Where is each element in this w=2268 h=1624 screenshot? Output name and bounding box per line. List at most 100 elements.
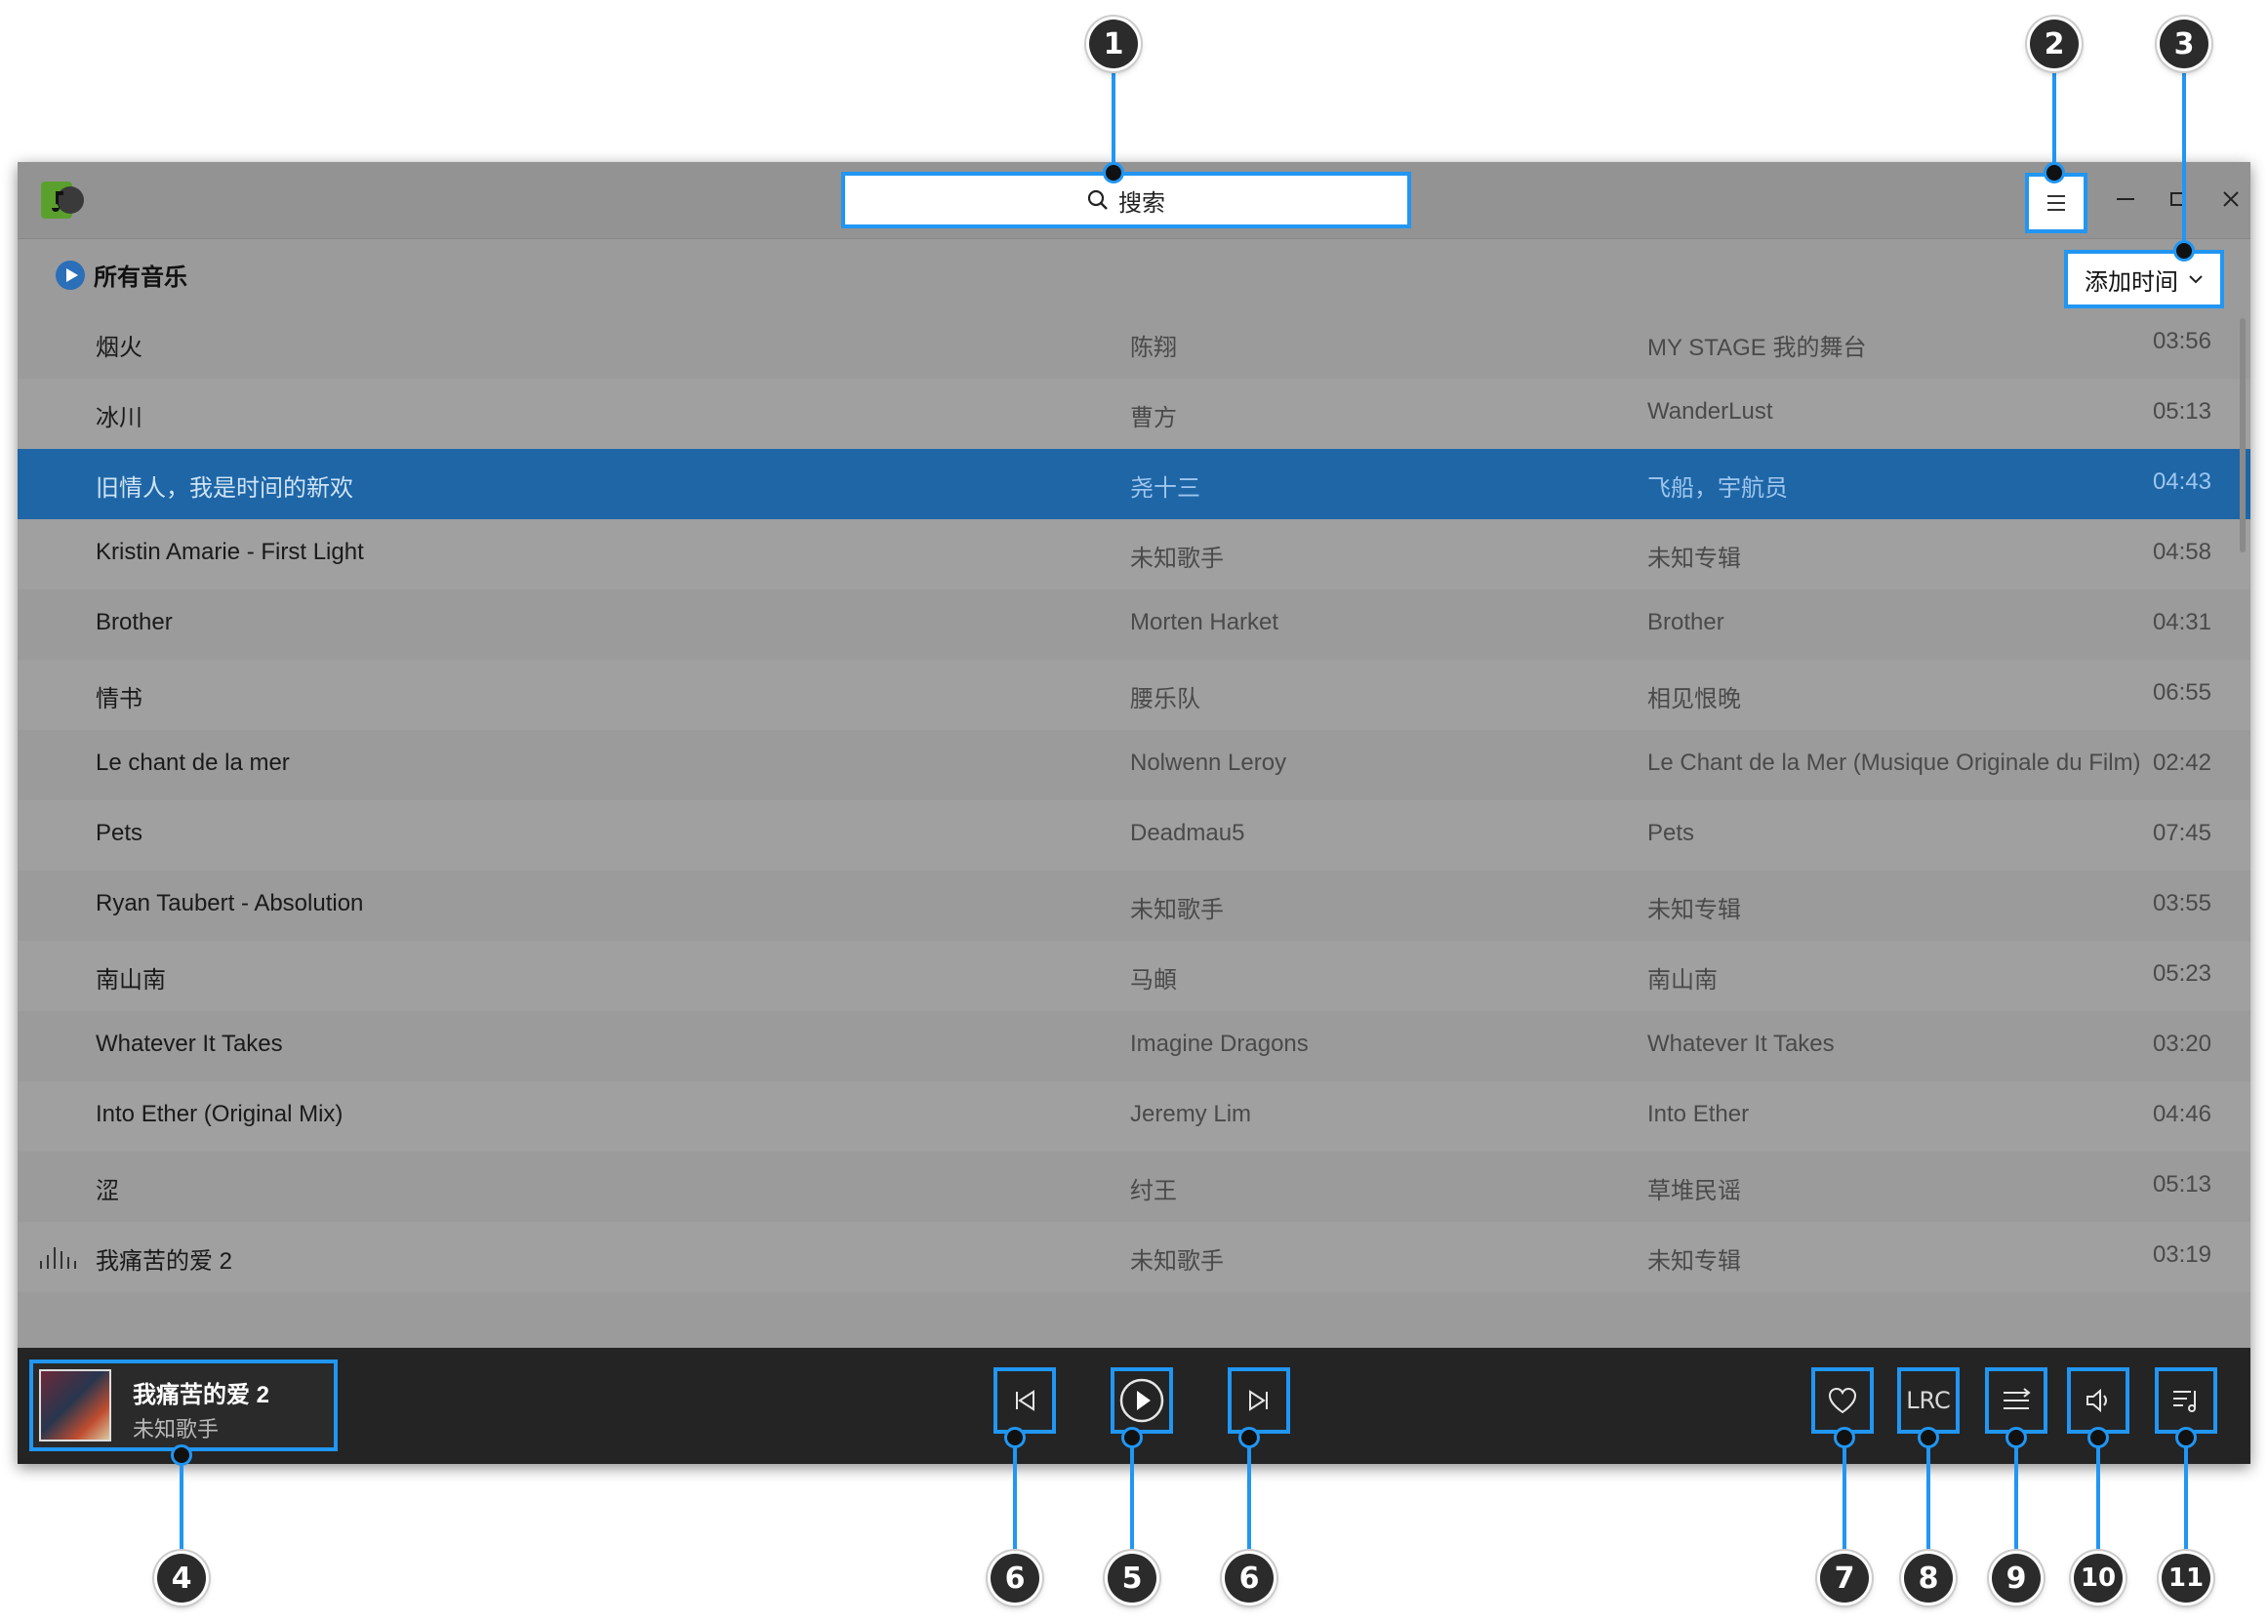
- page-title: 所有音乐: [94, 264, 187, 291]
- skip-previous-icon: [1016, 1390, 1034, 1411]
- search-box[interactable]: 搜索: [841, 172, 1411, 228]
- playlist-button[interactable]: [2155, 1367, 2217, 1434]
- track-row[interactable]: 烟火 陈翔 MY STAGE 我的舞台 03:56: [18, 308, 2250, 379]
- track-duration: 04:46: [2152, 1101, 2211, 1127]
- callout-leader-11: [2184, 1437, 2188, 1560]
- track-album: 飞船，宇航员: [1647, 475, 1788, 502]
- callout-anchor-2: [2044, 162, 2065, 183]
- callout-leader-8: [1926, 1437, 1930, 1560]
- play-circle-icon[interactable]: [55, 260, 86, 291]
- play-button[interactable]: [1111, 1367, 1173, 1434]
- track-duration: 06:55: [2152, 679, 2211, 706]
- track-row[interactable]: 旧情人，我是时间的新欢 尧十三 飞船，宇航员 04:43: [18, 449, 2250, 519]
- track-title: Ryan Taubert - Absolution: [96, 890, 364, 916]
- callout-anchor-3: [2173, 240, 2195, 262]
- now-playing[interactable]: 我痛苦的爱 2 未知歌手: [29, 1360, 338, 1451]
- next-button[interactable]: [1228, 1367, 1290, 1434]
- equalizer-icon: [40, 1247, 76, 1269]
- track-album: Whatever It Takes: [1647, 1031, 1835, 1057]
- callout-8: 8: [1904, 1554, 1953, 1603]
- track-title: 情书: [96, 686, 142, 712]
- track-duration: 05:13: [2152, 1171, 2211, 1198]
- callout-leader-5: [1130, 1437, 1134, 1560]
- track-row[interactable]: Whatever It Takes Imagine Dragons Whatever…: [18, 1011, 2250, 1081]
- callout-leader-9: [2014, 1437, 2018, 1560]
- sort-dropdown[interactable]: 添加时间: [2064, 250, 2224, 308]
- track-artist: 曹方: [1130, 405, 1177, 431]
- callout-anchor-1: [1103, 162, 1124, 183]
- track-album: 未知专辑: [1647, 546, 1741, 572]
- track-artist: 未知歌手: [1130, 1248, 1224, 1275]
- track-row[interactable]: 情书 腰乐队 相见恨晚 06:55: [18, 660, 2250, 730]
- scrollbar[interactable]: [2240, 318, 2246, 552]
- hamburger-icon: [2047, 195, 2065, 211]
- track-duration: 04:31: [2152, 609, 2211, 635]
- volume-button[interactable]: [2067, 1367, 2129, 1434]
- minimize-button[interactable]: [2104, 178, 2147, 221]
- favorite-button[interactable]: [1811, 1367, 1874, 1434]
- callout-leader-10: [2096, 1437, 2100, 1560]
- track-album: 未知专辑: [1647, 1248, 1741, 1275]
- callout-anchor-4: [171, 1444, 192, 1466]
- sort-label: 添加时间: [2085, 268, 2178, 296]
- callout-leader-6b: [1247, 1437, 1251, 1560]
- lyrics-button[interactable]: LRC: [1897, 1367, 1960, 1434]
- track-title: Le chant de la mer: [96, 750, 290, 776]
- previous-button[interactable]: [993, 1367, 1056, 1434]
- close-button[interactable]: [2209, 178, 2250, 221]
- track-duration: 04:58: [2152, 539, 2211, 565]
- all-music-title: 所有音乐: [55, 258, 187, 292]
- track-duration: 02:42: [2152, 750, 2211, 776]
- track-title: 我痛苦的爱 2: [96, 1248, 233, 1275]
- track-row[interactable]: Kristin Amarie - First Light 未知歌手 未知专辑 04:5…: [18, 519, 2250, 589]
- track-row[interactable]: 冰川 曹方 WanderLust 05:13: [18, 379, 2250, 449]
- callout-anchor-6b: [1238, 1427, 1260, 1448]
- callout-leader-4: [180, 1452, 183, 1560]
- track-title: 涩: [96, 1178, 119, 1204]
- track-title: 冰川: [96, 405, 142, 431]
- stage: 搜索 所有音乐 添加时间 烟火 陈翔 MY STAGE 我的舞台 03:56 冰…: [0, 0, 2268, 1624]
- track-album: 未知专辑: [1647, 897, 1741, 923]
- track-row[interactable]: Ryan Taubert - Absolution 未知歌手 未知专辑 03:55: [18, 871, 2250, 941]
- track-title: Pets: [96, 820, 143, 846]
- track-list: 烟火 陈翔 MY STAGE 我的舞台 03:56 冰川 曹方 WanderLust 05:1…: [18, 308, 2250, 1292]
- play-mode-button[interactable]: [1985, 1367, 2047, 1434]
- track-row[interactable]: Brother Morten Harket Brother 04:31: [18, 589, 2250, 660]
- track-artist: 腰乐队: [1130, 686, 1200, 712]
- callout-7: 7: [1820, 1554, 1869, 1603]
- track-duration: 04:43: [2152, 468, 2211, 495]
- track-title: Into Ether (Original Mix): [96, 1101, 344, 1127]
- play-icon: [1119, 1378, 1164, 1423]
- track-row[interactable]: 涩 纣王 草堆民谣 05:13: [18, 1152, 2250, 1222]
- callout-anchor-7: [1834, 1427, 1855, 1448]
- callout-leader-1: [1112, 68, 1115, 170]
- track-row[interactable]: Le chant de la mer Nolwenn Leroy Le Chant …: [18, 730, 2250, 800]
- track-duration: 03:56: [2152, 328, 2211, 354]
- list-header: 所有音乐 添加时间: [18, 238, 2250, 308]
- track-duration: 07:45: [2152, 820, 2211, 846]
- track-album: 草堆民谣: [1647, 1178, 1741, 1204]
- callout-5: 5: [1108, 1554, 1156, 1603]
- play-mode-icon: [2004, 1388, 2031, 1409]
- track-duration: 03:55: [2152, 890, 2211, 916]
- track-row[interactable]: Pets Deadmau5 Pets 07:45: [18, 800, 2250, 871]
- track-row[interactable]: 南山南 马頔 南山南 05:23: [18, 941, 2250, 1011]
- track-artist: 未知歌手: [1130, 897, 1224, 923]
- track-album: Le Chant de la Mer (Musique Originale du…: [1647, 750, 2141, 776]
- track-row[interactable]: 我痛苦的爱 2 未知歌手 未知专辑 03:19: [18, 1222, 2250, 1292]
- track-album: WanderLust: [1647, 398, 1773, 425]
- search-input[interactable]: 搜索: [851, 180, 1401, 221]
- track-duration: 03:19: [2152, 1241, 2211, 1268]
- callout-10: 10: [2074, 1554, 2123, 1603]
- callout-4: 4: [157, 1554, 206, 1603]
- track-artist: 未知歌手: [1130, 546, 1224, 572]
- track-title: Brother: [96, 609, 173, 635]
- maximize-button[interactable]: [2157, 178, 2200, 221]
- track-title: 旧情人，我是时间的新欢: [96, 475, 353, 502]
- now-playing-artist: 未知歌手: [133, 1417, 220, 1441]
- track-artist: 尧十三: [1130, 475, 1200, 502]
- callout-leader-7: [1843, 1437, 1846, 1560]
- now-playing-title: 我痛苦的爱 2: [133, 1382, 270, 1408]
- callout-anchor-11: [2175, 1427, 2197, 1448]
- track-row[interactable]: Into Ether (Original Mix) Jeremy Lim Into …: [18, 1081, 2250, 1152]
